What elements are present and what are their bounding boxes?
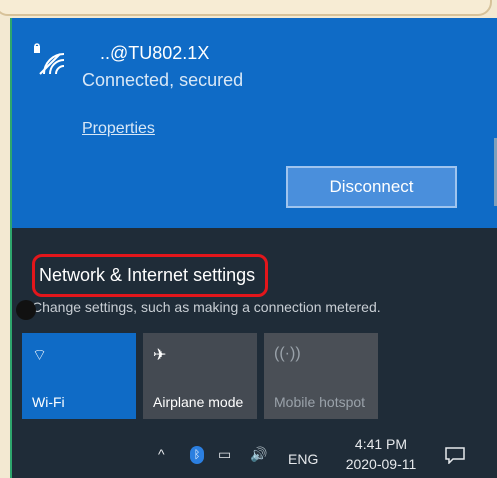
quick-action-label: Airplane mode	[153, 394, 244, 411]
taskbar-tray: ^ ᛒ ▭ 🔊 ENG 4:41 PM 2020-09-11	[12, 426, 497, 478]
network-name: ..@TU802.1X	[100, 43, 210, 63]
language-indicator[interactable]: ENG	[288, 451, 318, 467]
notification-icon[interactable]	[444, 446, 466, 464]
quick-action-wifi[interactable]: ⌔ Wi-Fi	[22, 333, 136, 419]
properties-link[interactable]: Properties	[82, 120, 155, 138]
volume-icon[interactable]: 🔊	[250, 446, 267, 463]
clock[interactable]: 4:41 PM 2020-09-11	[336, 434, 426, 474]
hotspot-icon: ((·))	[274, 345, 301, 362]
quick-action-airplane-mode[interactable]: ✈ Airplane mode	[143, 333, 257, 419]
clock-date: 2020-09-11	[345, 456, 417, 472]
airplane-icon: ✈	[153, 347, 167, 364]
wifi-connection-card[interactable]: ..@TU802.1X Connected, secured Propertie…	[12, 18, 497, 228]
wifi-icon: ⌔	[32, 347, 48, 364]
network-internet-settings-link[interactable]: Network & Internet settings	[32, 254, 269, 297]
network-flyout: ..@TU802.1X Connected, secured Propertie…	[10, 18, 497, 478]
mouse-cursor-icon	[16, 300, 36, 320]
quick-action-label: Mobile hotspot	[274, 394, 366, 411]
chevron-up-icon[interactable]: ^	[158, 446, 165, 462]
quick-action-label: Wi-Fi	[32, 394, 65, 411]
callout-banner	[0, 0, 492, 16]
network-icon[interactable]: ▭	[218, 446, 231, 463]
disconnect-button[interactable]: Disconnect	[286, 166, 457, 208]
settings-description: Change settings, such as making a connec…	[32, 299, 381, 315]
quick-action-mobile-hotspot[interactable]: ((·)) Mobile hotspot	[264, 333, 378, 419]
wifi-secured-icon	[34, 43, 65, 75]
network-status: Connected, secured	[82, 70, 244, 90]
clock-time: 4:41 PM	[354, 436, 408, 452]
bluetooth-icon[interactable]: ᛒ	[190, 446, 204, 464]
